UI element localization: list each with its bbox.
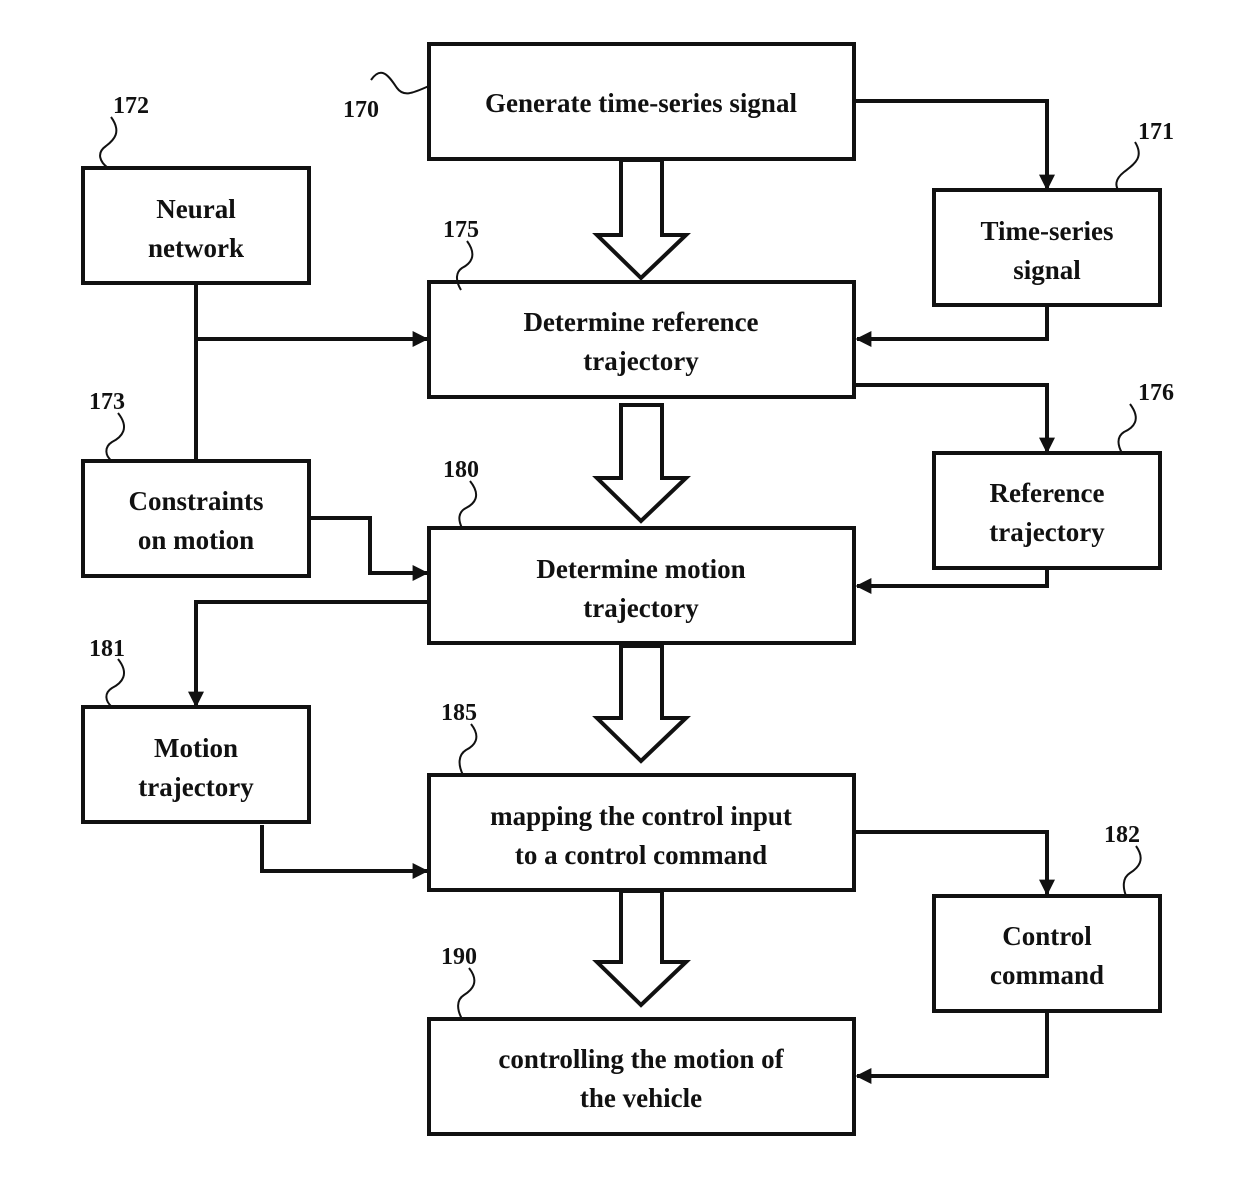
leader-182 xyxy=(1122,845,1142,897)
block-generate-signal: Generate time-series signal xyxy=(427,42,856,161)
block-control-command: Control command xyxy=(932,894,1162,1013)
ref-170: 170 xyxy=(343,97,379,123)
box xyxy=(81,705,311,824)
block-label-line2: command xyxy=(990,960,1104,990)
leader-170 xyxy=(370,71,430,95)
block-label: Generate time-series signal xyxy=(485,88,797,118)
box xyxy=(427,773,856,892)
edge-mapping-to-command xyxy=(855,830,1055,896)
block-label-line2: the vehicle xyxy=(580,1083,702,1113)
edge-reference-to-reftraj xyxy=(855,383,1055,454)
flowchart-diagram: Generate time-series signal Time-series … xyxy=(81,42,1174,1136)
ref-185: 185 xyxy=(441,700,477,726)
edge-motion-to-motiontraj xyxy=(188,600,428,708)
box xyxy=(81,166,311,285)
ref-190: 190 xyxy=(441,944,477,970)
block-label-line1: Determine reference xyxy=(523,307,758,337)
block-label-line1: Determine motion xyxy=(536,554,745,584)
leader-172 xyxy=(99,116,118,169)
edge-reftraj-to-motion xyxy=(855,570,1049,594)
block-constraints: Constraints on motion xyxy=(81,459,311,578)
ref-175: 175 xyxy=(443,217,479,243)
block-label-line1: Neural xyxy=(156,194,236,224)
block-label-line1: Motion xyxy=(154,733,238,763)
block-arrow-180-185 xyxy=(592,644,691,764)
ref-176: 176 xyxy=(1138,380,1174,406)
leader-171 xyxy=(1115,141,1140,191)
block-determine-motion: Determine motion trajectory xyxy=(427,526,856,645)
leader-190 xyxy=(457,967,476,1020)
block-label-line2: to a control command xyxy=(515,840,767,870)
block-label-line1: controlling the motion of xyxy=(498,1044,784,1074)
leader-181 xyxy=(105,658,126,708)
block-label-line1: Time-series xyxy=(981,216,1114,246)
ref-180: 180 xyxy=(443,457,479,483)
edge-timeseries-to-reference xyxy=(855,306,1049,347)
block-reference-trajectory: Reference trajectory xyxy=(932,451,1162,570)
box xyxy=(427,526,856,645)
box xyxy=(81,459,311,578)
leader-173 xyxy=(105,412,126,462)
box xyxy=(427,280,856,399)
block-label-line2: trajectory xyxy=(583,593,699,623)
ref-173: 173 xyxy=(89,389,125,415)
box xyxy=(932,188,1162,307)
block-controlling: controlling the motion of the vehicle xyxy=(427,1017,856,1136)
edge-command-to-controlling xyxy=(855,1012,1049,1084)
block-label-line2: trajectory xyxy=(583,346,699,376)
block-determine-reference: Determine reference trajectory xyxy=(427,280,856,399)
block-neural-network: Neural network xyxy=(81,166,311,285)
edge-constraints-to-motion xyxy=(310,516,429,581)
edge-motiontraj-to-mapping xyxy=(260,825,429,879)
ref-172: 172 xyxy=(113,93,149,119)
box xyxy=(932,451,1162,570)
block-arrow-175-180 xyxy=(592,403,691,524)
block-label-line2: trajectory xyxy=(138,772,254,802)
block-label-line1: Constraints xyxy=(128,486,263,516)
block-mapping: mapping the control input to a control c… xyxy=(427,773,856,892)
block-label-line1: Reference xyxy=(990,478,1105,508)
block-label-line1: mapping the control input xyxy=(490,801,792,831)
ref-182: 182 xyxy=(1104,822,1140,848)
block-arrow-170-175 xyxy=(592,158,691,281)
leader-176 xyxy=(1117,403,1137,454)
ref-181: 181 xyxy=(89,636,125,662)
leader-180 xyxy=(458,480,478,529)
block-motion-trajectory: Motion trajectory xyxy=(81,705,311,824)
block-label-line1: Control xyxy=(1002,921,1092,951)
box xyxy=(932,894,1162,1013)
ref-171: 171 xyxy=(1138,119,1174,145)
block-arrow-185-190 xyxy=(592,889,691,1008)
box xyxy=(427,1017,856,1136)
block-label-line2: on motion xyxy=(138,525,254,555)
block-label-line2: signal xyxy=(1013,255,1081,285)
block-time-series-signal: Time-series signal xyxy=(932,188,1162,307)
leader-185 xyxy=(458,723,478,776)
edge-generate-to-timeseries xyxy=(855,99,1055,191)
block-label-line2: trajectory xyxy=(989,517,1105,547)
block-label-line2: network xyxy=(148,233,244,263)
